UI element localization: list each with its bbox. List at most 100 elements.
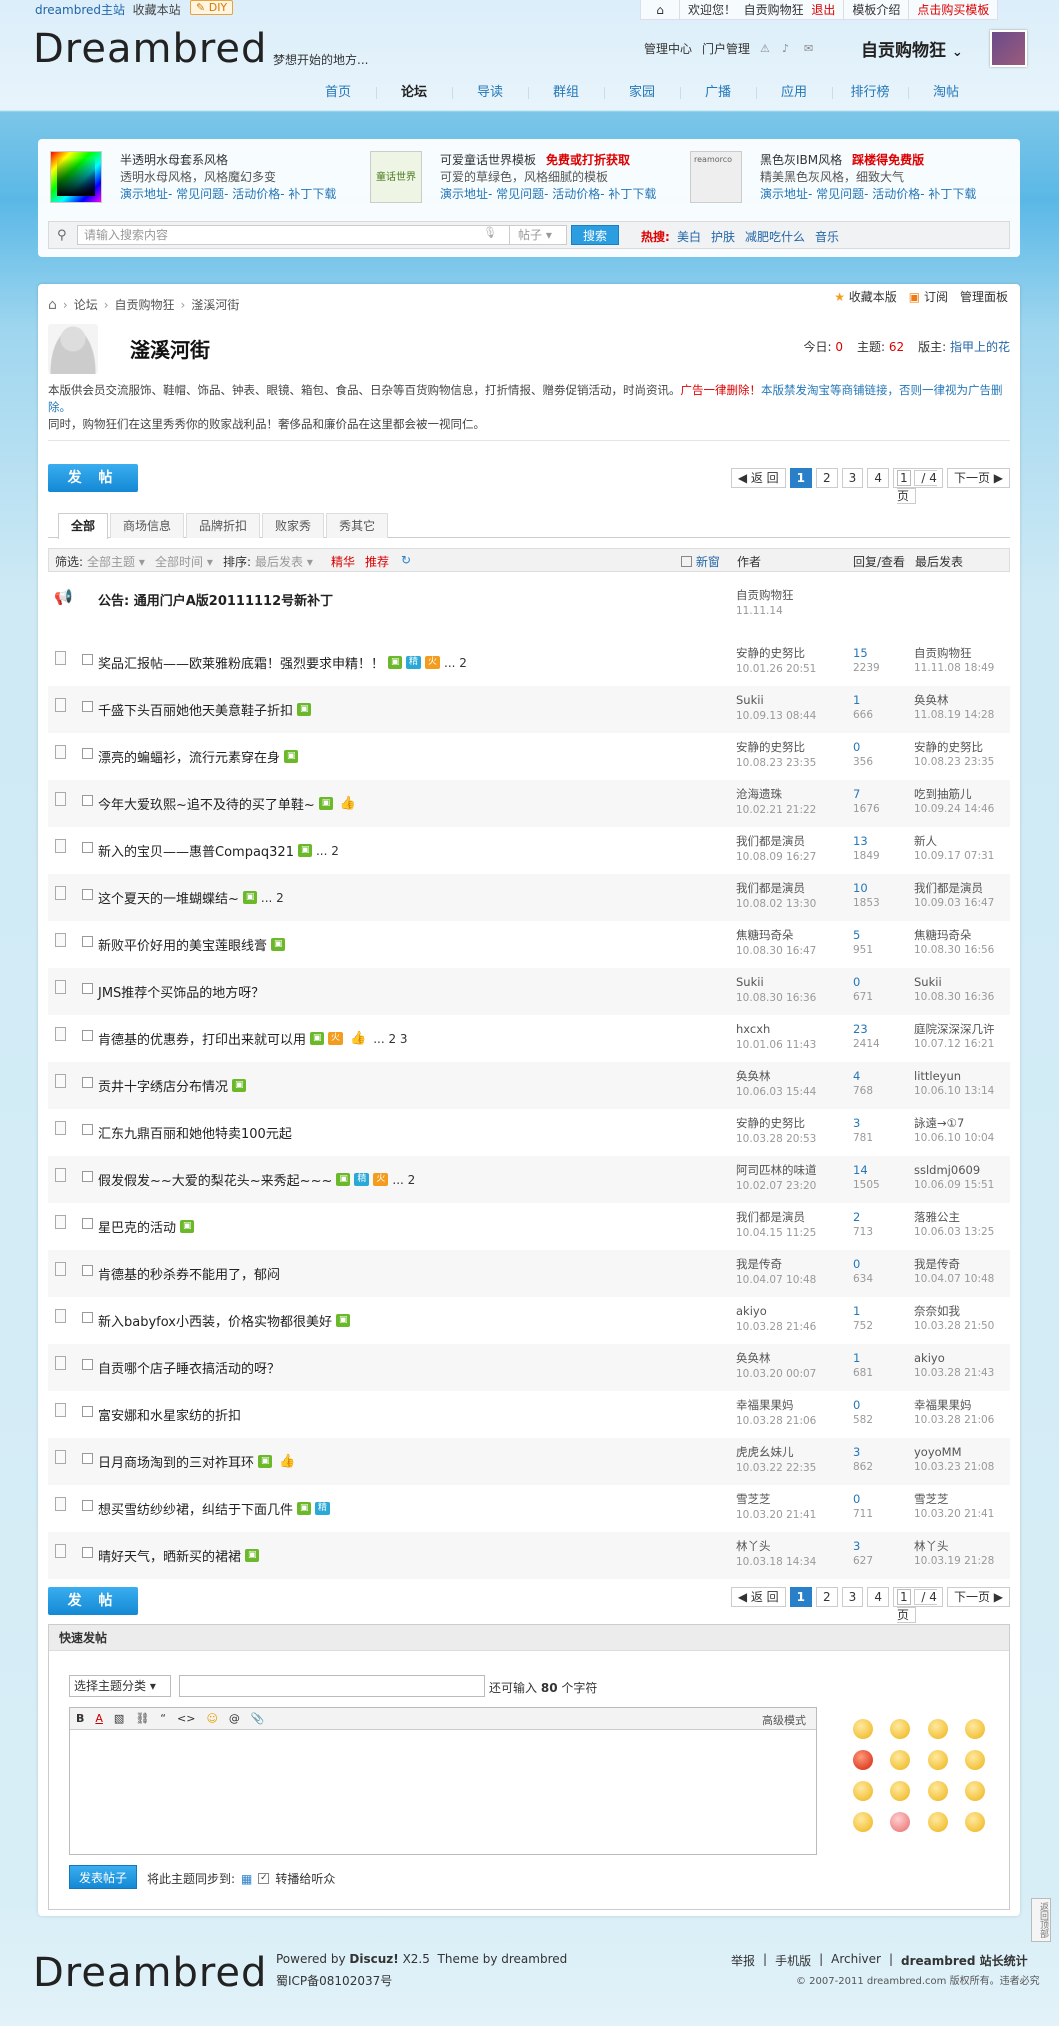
table-row[interactable]: 肯德基的优惠券，打印出来就可以用 ▣ 火 👍 ... 2 3 hxcxh 10.01.06 … xyxy=(48,1015,1010,1062)
promo-thumbnail[interactable] xyxy=(50,151,102,203)
thread-pages[interactable]: ... 2 3 xyxy=(373,1032,407,1046)
tab-all[interactable]: 全部 xyxy=(58,513,109,539)
smiley-icon[interactable] xyxy=(927,1781,948,1801)
table-row[interactable]: JMS推荐个买饰品的地方呀？ Sukii 10.08.30 16:36 0 671 Suk… xyxy=(48,968,1010,1015)
table-row[interactable]: 新入babyfox小西装，价格实物都很美好 ▣ akiyo 10.03.28 21:4… xyxy=(48,1297,1010,1344)
archiver-link[interactable]: Archiver xyxy=(831,1952,881,1969)
thread-title[interactable]: 新败平价好用的美宝莲眼线膏 xyxy=(98,935,267,954)
last-poster-link[interactable]: 安静的史努比 xyxy=(914,740,983,754)
back-to-top-button[interactable]: 返回顶部 xyxy=(1031,1898,1051,1942)
report-link[interactable]: 举报 xyxy=(731,1952,755,1969)
thread-checkbox[interactable] xyxy=(82,795,93,806)
author-link[interactable]: 我们都是演员 xyxy=(736,1210,805,1224)
page-1[interactable]: 1 xyxy=(789,1587,813,1607)
subscribe-button[interactable]: ▣ 订阅 xyxy=(909,288,948,305)
thread-checkbox[interactable] xyxy=(82,1453,93,1464)
thread-icon[interactable] xyxy=(55,1215,66,1229)
last-poster-link[interactable]: 奈奈如我 xyxy=(914,1304,960,1318)
smiley-icon[interactable] xyxy=(890,1812,911,1832)
page-input[interactable]: 1 / 4 页 xyxy=(892,1587,943,1623)
thread-checkbox[interactable] xyxy=(82,1030,93,1041)
next-page-button[interactable]: 下一页 ▶ xyxy=(946,468,1010,488)
next-page-button[interactable]: 下一页 ▶ xyxy=(946,1587,1010,1607)
advanced-mode-link[interactable]: 高级模式 xyxy=(762,1712,806,1728)
last-poster-link[interactable]: 自贡购物狂 xyxy=(914,646,972,660)
admin-center-link[interactable]: 管理中心 xyxy=(644,40,692,57)
thread-title[interactable]: 肯德基的优惠券，打印出来就可以用 xyxy=(98,1029,306,1048)
thread-checkbox[interactable] xyxy=(82,889,93,900)
relay-checkbox[interactable]: ✓ xyxy=(258,1873,270,1884)
smiley-icon[interactable] xyxy=(927,1750,948,1770)
author-link[interactable]: 奂奂林 xyxy=(736,1069,771,1083)
topic-filter[interactable]: 全部主题 ▾ xyxy=(87,553,145,570)
tab-show-off[interactable]: 败家秀 xyxy=(262,513,325,538)
promo-title[interactable]: 黑色灰IBM风格 踩楼得免费版 xyxy=(760,151,924,168)
announcement-row[interactable]: 📢 公告: 通用门户A版20111112号新补丁 自贡购物狂 11.11.14 xyxy=(48,578,1010,634)
thread-title[interactable]: 汇东九鼎百丽和她他特卖100元起 xyxy=(98,1123,292,1142)
thread-icon[interactable] xyxy=(55,1121,66,1135)
promo-title[interactable]: 半透明水母套系风格 xyxy=(120,151,228,168)
author-link[interactable]: 安静的史努比 xyxy=(736,646,805,660)
thread-title[interactable]: 新入babyfox小西装，价格实物都很美好 xyxy=(98,1311,332,1330)
code-icon[interactable]: <> xyxy=(177,1712,195,1725)
author-link[interactable]: 幸福果果妈 xyxy=(736,1398,794,1412)
avatar[interactable] xyxy=(990,30,1027,67)
last-poster-link[interactable]: ssldmj0609 xyxy=(914,1163,980,1177)
thread-checkbox[interactable] xyxy=(82,701,93,712)
portal-manage-link[interactable]: 门户管理 xyxy=(702,40,750,57)
promo-thumbnail[interactable]: reamorco xyxy=(690,151,742,203)
thread-title[interactable]: 千盛下头百丽她他天美意鞋子折扣 xyxy=(98,700,293,719)
last-poster-link[interactable]: 庭院深深深几许 xyxy=(914,1022,995,1036)
table-row[interactable]: 自贡哪个店子睡衣搞活动的呀？ 奂奂林 10.03.20 00:07 1 681 akiyo… xyxy=(48,1344,1010,1391)
nav-item-home[interactable]: 首页 xyxy=(300,80,376,106)
thread-checkbox[interactable] xyxy=(82,1406,93,1417)
site-logo[interactable]: Dreambred xyxy=(33,26,267,72)
thread-title[interactable]: JMS推荐个买饰品的地方呀？ xyxy=(98,982,264,1001)
last-poster-link[interactable]: akiyo xyxy=(914,1351,945,1365)
thread-icon[interactable] xyxy=(55,1027,66,1041)
smiley-icon[interactable] xyxy=(852,1781,873,1801)
table-row[interactable]: 今年大爱玖熙~追不及待的买了单鞋~ ▣ 👍 沧海遗珠 10.02.21 21:22 7 16… xyxy=(48,780,1010,827)
page-4[interactable]: 4 xyxy=(867,1587,889,1607)
thread-icon[interactable] xyxy=(55,886,66,900)
mobile-link[interactable]: 手机版 xyxy=(775,1952,811,1969)
thread-title[interactable]: 这个夏天的一堆蝴蝶结~ xyxy=(98,888,239,907)
smiley-icon[interactable]: ☺ xyxy=(206,1712,217,1725)
thread-checkbox[interactable] xyxy=(82,1218,93,1229)
table-row[interactable]: 奖品汇报帖——欧莱雅粉底霜！强烈要求申精！！ ▣ 精火... 2 安静的史努比 10.0… xyxy=(48,639,1010,686)
author-link[interactable]: 虎虎幺妹儿 xyxy=(736,1445,794,1459)
last-poster-link[interactable]: 詠遠→①7 xyxy=(914,1116,964,1130)
smiley-icon[interactable] xyxy=(965,1719,986,1739)
last-poster-link[interactable]: 奂奂林 xyxy=(914,693,949,707)
thread-icon[interactable] xyxy=(55,933,66,947)
smiley-icon[interactable] xyxy=(965,1812,986,1832)
author-link[interactable]: 雪芝芝 xyxy=(736,1492,771,1506)
page-2[interactable]: 2 xyxy=(816,468,838,488)
thread-icon[interactable] xyxy=(55,698,66,712)
link-icon[interactable]: ⛓ xyxy=(135,1712,149,1725)
thread-pages[interactable]: ... 2 xyxy=(261,891,284,905)
thread-title[interactable]: 晴好天气，晒新买的裙裙 xyxy=(98,1546,241,1565)
table-row[interactable]: 新败平价好用的美宝莲眼线膏 ▣ 焦糖玛奇朵 10.08.30 16:47 5 951 焦糖玛… xyxy=(48,921,1010,968)
page-1[interactable]: 1 xyxy=(789,468,813,488)
tab-mall-info[interactable]: 商场信息 xyxy=(110,513,185,538)
thread-checkbox[interactable] xyxy=(82,842,93,853)
thread-icon[interactable] xyxy=(55,980,66,994)
table-row[interactable]: 日月商场淘到的三对祚耳环 ▣ 👍 虎虎幺妹儿 10.03.22 22:35 3 862 yoy… xyxy=(48,1438,1010,1485)
buy-template-link[interactable]: 点击购买模板 xyxy=(908,0,997,20)
thread-icon[interactable] xyxy=(55,1074,66,1088)
author-link[interactable]: 我们都是演员 xyxy=(736,834,805,848)
last-poster-link[interactable]: 林丫头 xyxy=(914,1539,949,1553)
nav-item-broadcast[interactable]: 广播 xyxy=(680,80,756,106)
table-row[interactable]: 新入的宝贝——惠普Compaq321 ▣ ... 2 我们都是演员 10.08.09 1… xyxy=(48,827,1010,874)
thread-title[interactable]: 假发假发~~大爱的梨花头~来秀起~~~ xyxy=(98,1170,332,1189)
tab-other[interactable]: 秀其它 xyxy=(326,513,389,538)
notification-icon[interactable]: ♪ xyxy=(782,42,794,55)
last-poster-link[interactable]: 吃到抽筋儿 xyxy=(914,787,972,801)
page-2[interactable]: 2 xyxy=(816,1587,838,1607)
tab-brand-discount[interactable]: 品牌折扣 xyxy=(186,513,261,538)
table-row[interactable]: 贡井十字绣店分布情况 ▣ 奂奂林 10.06.03 15:44 4 768 littleyu… xyxy=(48,1062,1010,1109)
thread-checkbox[interactable] xyxy=(82,1077,93,1088)
smiley-icon[interactable] xyxy=(852,1719,873,1739)
topic-category-select[interactable]: 选择主题分类 ▾ xyxy=(69,1675,171,1697)
